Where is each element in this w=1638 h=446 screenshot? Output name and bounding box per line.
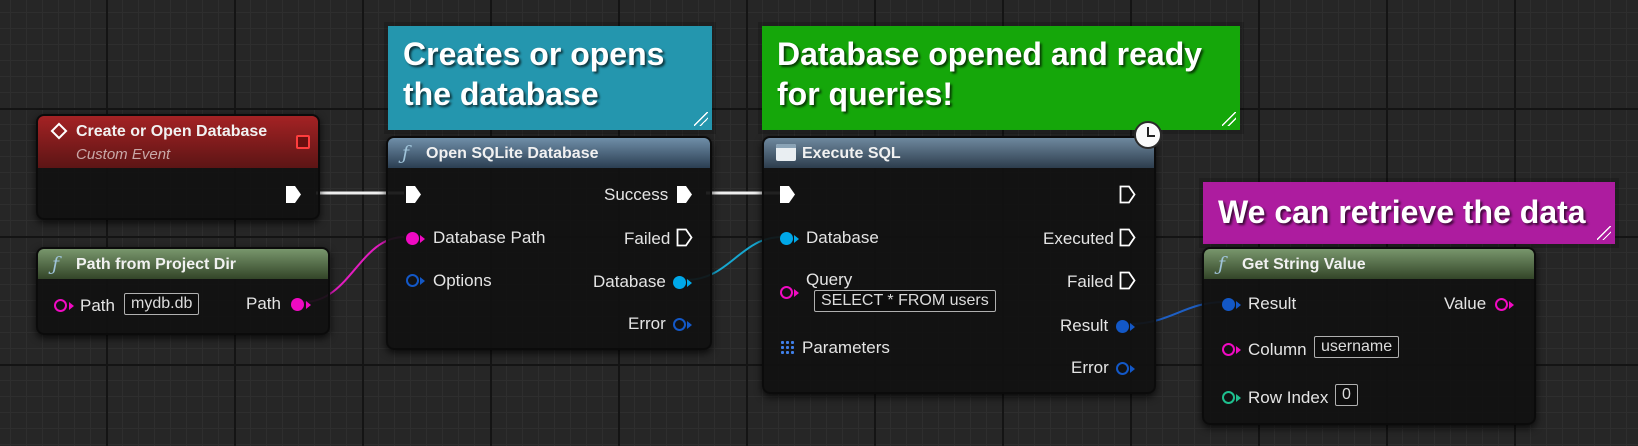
node-title: Get String Value: [1242, 256, 1366, 273]
comment-text: Database opened and ready for queries!: [777, 36, 1203, 112]
exec-output-pin-executed[interactable]: [1119, 228, 1136, 247]
pin-label-path-output: Path: [246, 294, 281, 313]
grid-icon[interactable]: [780, 340, 794, 354]
struct-output-pin-error[interactable]: [673, 318, 686, 331]
struct-output-pin-database[interactable]: [673, 276, 686, 289]
query-input-field[interactable]: SELECT * FROM users: [814, 290, 996, 312]
pin-label-query: Query: [806, 270, 853, 289]
pin-label-column: Column: [1248, 340, 1307, 359]
resize-grip-icon[interactable]: [1222, 112, 1236, 126]
node-title: Create or Open Database: [76, 123, 268, 140]
pin-arrow-icon: [306, 301, 311, 309]
struct-output-pin-error[interactable]: [1116, 362, 1129, 375]
pin-label-database-path: Database Path: [433, 228, 546, 247]
pin-label-error: Error: [628, 314, 666, 333]
node-header: ƒ Get String Value: [1204, 249, 1534, 279]
pin-arrow-icon: [794, 235, 799, 243]
pin-arrow-icon: [69, 302, 74, 310]
column-input-field[interactable]: username: [1314, 336, 1400, 358]
node-custom-event[interactable]: Create or Open Database Custom Event: [36, 114, 320, 220]
pin-label-result: Result: [1060, 316, 1109, 335]
pin-arrow-icon: [420, 277, 425, 285]
string-input-pin[interactable]: [406, 232, 419, 245]
pin-label-row-index: Row Index: [1248, 388, 1329, 407]
pin-label-failed: Failed: [1067, 272, 1114, 291]
row-index-input-field[interactable]: 0: [1335, 384, 1358, 406]
struct-input-pin-options[interactable]: [406, 274, 419, 287]
node-header: Execute SQL: [764, 138, 1154, 168]
event-diamond-icon: [50, 122, 68, 140]
clock-icon: [1134, 121, 1162, 149]
pin-arrow-icon: [687, 279, 692, 287]
resize-grip-icon[interactable]: [1597, 226, 1611, 240]
pin-label-parameters: Parameters: [802, 338, 890, 357]
pin-label-success: Success: [604, 185, 669, 204]
node-header: ƒ Path from Project Dir: [38, 249, 328, 279]
pin-arrow-icon: [1509, 301, 1514, 309]
node-header: ƒ Open SQLite Database: [388, 138, 710, 168]
exec-output-pin-success[interactable]: [676, 185, 693, 204]
comment-box-create-or-open[interactable]: Creates or opens the database: [388, 26, 712, 130]
pin-label-value: Value: [1444, 294, 1487, 313]
integer-input-pin-row-index[interactable]: [1222, 391, 1235, 404]
struct-input-pin-result[interactable]: [1222, 298, 1235, 311]
string-input-pin[interactable]: [54, 299, 67, 312]
node-open-sqlite-database[interactable]: ƒ Open SQLite Database Success Database …: [386, 136, 712, 350]
comment-text: Creates or opens the database: [403, 36, 665, 112]
pin-label-error: Error: [1071, 358, 1109, 377]
node-path-from-project-dir[interactable]: ƒ Path from Project Dir Path mydb.db Pat…: [36, 247, 330, 335]
exec-output-pin-then[interactable]: [1119, 185, 1136, 204]
pin-arrow-icon: [687, 321, 692, 329]
pin-label-executed: Executed: [1043, 229, 1114, 248]
pin-arrow-icon: [1130, 365, 1135, 373]
pin-arrow-icon: [420, 235, 425, 243]
function-f-icon: ƒ: [52, 253, 60, 275]
node-get-string-value[interactable]: ƒ Get String Value Result Value Column u…: [1202, 247, 1536, 425]
node-title: Execute SQL: [802, 145, 901, 162]
exec-input-pin[interactable]: [779, 185, 796, 204]
window-icon: [776, 144, 796, 161]
string-input-pin-column[interactable]: [1222, 343, 1235, 356]
string-input-pin-query[interactable]: [780, 286, 793, 299]
exec-output-pin-failed[interactable]: [676, 228, 693, 247]
node-header: Create or Open Database Custom Event: [38, 116, 318, 168]
resize-grip-icon[interactable]: [694, 112, 708, 126]
exec-output-pin[interactable]: [285, 185, 302, 204]
comment-box-retrieve[interactable]: We can retrieve the data: [1203, 182, 1615, 244]
function-f-icon: ƒ: [402, 142, 410, 164]
pin-label-options: Options: [433, 271, 492, 290]
node-title: Path from Project Dir: [76, 256, 237, 273]
exec-output-pin-failed[interactable]: [1119, 271, 1136, 290]
pin-arrow-icon: [1236, 394, 1241, 402]
node-title: Open SQLite Database: [426, 145, 599, 162]
exec-input-pin[interactable]: [405, 185, 422, 204]
struct-input-pin-database[interactable]: [780, 232, 793, 245]
node-execute-sql[interactable]: Execute SQL Database Executed Query SELE…: [762, 121, 1162, 394]
comment-box-opened-ready[interactable]: Database opened and ready for queries!: [762, 26, 1240, 130]
function-f-icon: ƒ: [1218, 253, 1226, 275]
comment-text: We can retrieve the data: [1218, 194, 1586, 230]
stop-square-icon: [296, 135, 310, 149]
string-output-pin-value[interactable]: [1495, 298, 1508, 311]
path-input-field[interactable]: mydb.db: [124, 293, 200, 315]
pin-label-result: Result: [1248, 294, 1297, 313]
pin-arrow-icon: [1236, 301, 1241, 309]
pin-label-path: Path: [80, 296, 115, 315]
pin-arrow-icon: [1236, 346, 1241, 354]
pin-label-failed: Failed: [624, 229, 671, 248]
struct-output-pin-result[interactable]: [1116, 320, 1129, 333]
string-output-pin[interactable]: [291, 298, 304, 311]
pin-label-database: Database: [593, 272, 666, 291]
pin-label-database: Database: [806, 228, 879, 247]
pin-arrow-icon: [1130, 323, 1135, 331]
node-subtitle: Custom Event: [76, 146, 171, 163]
pin-arrow-icon: [794, 289, 799, 297]
